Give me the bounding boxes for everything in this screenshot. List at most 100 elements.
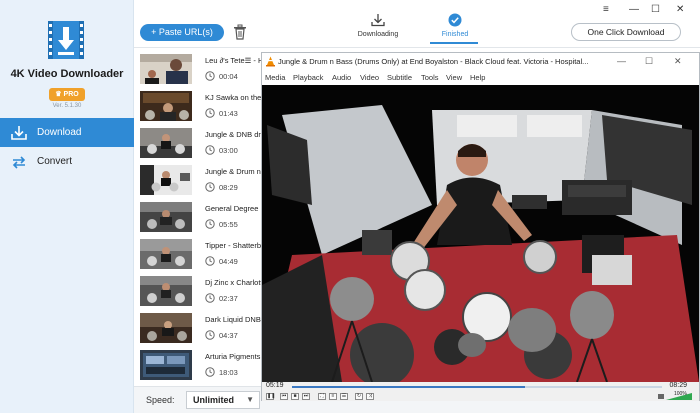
random-icon[interactable]: ⤨ (366, 393, 374, 400)
menu-help[interactable]: Help (470, 73, 485, 82)
app-title: 4K Video Downloader (10, 68, 124, 80)
menu-audio[interactable]: Audio (332, 73, 351, 82)
video-title: General Degree R (205, 204, 265, 213)
tab-finished[interactable]: Finished (432, 13, 478, 38)
video-duration: 05:55 (219, 220, 238, 229)
seek-bar[interactable] (292, 386, 662, 388)
video-thumbnail (140, 91, 192, 121)
tab-downloading[interactable]: Downloading (353, 13, 403, 38)
clock-icon (205, 330, 215, 340)
vlc-maximize-icon[interactable]: ☐ (645, 56, 653, 67)
menu-icon[interactable]: ≡ (603, 4, 609, 15)
time-elapsed: 05:19 (266, 382, 284, 389)
sidebar-item-download[interactable]: Download (0, 118, 134, 147)
video-duration: 04:37 (219, 331, 238, 340)
time-total: 08:29 (669, 382, 687, 389)
list-item[interactable]: Jungle & DNB dru 03:00 (134, 125, 265, 162)
fullscreen-icon[interactable]: ⛶ (318, 393, 326, 400)
toolbar-divider (134, 47, 700, 48)
playlist-icon[interactable]: ☰ (340, 393, 348, 400)
video-thumbnail (140, 54, 192, 84)
volume-percent: 100% (674, 391, 687, 397)
seek-bar-fill (292, 386, 526, 388)
video-list: Leu ∂'s Tete☰ - H 00:04 KJ Sawka on the … (134, 51, 265, 386)
trash-icon[interactable] (233, 24, 247, 40)
clock-icon (205, 108, 215, 118)
menu-video[interactable]: Video (360, 73, 379, 82)
tab-label: Downloading (357, 31, 399, 38)
list-item[interactable]: Tipper - Shatterba 04:49 (134, 236, 265, 273)
one-click-download-button[interactable]: One Click Download (571, 23, 681, 41)
download-icon (11, 125, 27, 140)
video-frame[interactable] (262, 85, 699, 382)
video-title: Jungle & DNB dru (205, 130, 265, 139)
vlc-controls: ❚❚ ⏮ ■ ⏭ ⛶ ≡ ☰ ↻ ⤨ 100% (262, 391, 699, 401)
app-logo-icon (48, 21, 84, 59)
video-thumbnail (140, 165, 192, 195)
pro-badge-label: PRO (63, 91, 79, 98)
speed-label: Speed: (146, 395, 175, 405)
vlc-minimize-icon[interactable]: — (617, 56, 626, 66)
speed-value: Unlimited (193, 395, 235, 405)
list-item[interactable]: Leu ∂'s Tete☰ - H 00:04 (134, 51, 264, 88)
minimize-icon[interactable]: — (629, 4, 639, 15)
video-title: Arturia Pigments (205, 352, 261, 361)
vlc-titlebar[interactable]: Jungle & Drum n Bass (Drums Only) at End… (262, 53, 699, 71)
video-thumbnail (140, 239, 192, 269)
paste-url-button[interactable]: + Paste URL(s) (140, 24, 224, 41)
speed-select[interactable]: Unlimited ▼ (186, 391, 260, 409)
extended-settings-icon[interactable]: ≡ (329, 393, 337, 400)
vlc-player-window[interactable]: Jungle & Drum n Bass (Drums Only) at End… (261, 52, 700, 401)
previous-icon[interactable]: ⏮ (280, 393, 288, 400)
downloading-icon (371, 14, 385, 27)
tab-label: Finished (441, 31, 469, 38)
menu-tools[interactable]: Tools (421, 73, 439, 82)
list-item[interactable]: General Degree R 05:55 (134, 199, 265, 236)
video-duration: 18:03 (219, 368, 238, 377)
menu-media[interactable]: Media (265, 73, 285, 82)
video-duration: 02:37 (219, 294, 238, 303)
clock-icon (205, 71, 215, 81)
vlc-seek-row: 05:19 08:29 (262, 382, 699, 392)
vlc-close-icon[interactable]: ✕ (674, 56, 682, 67)
vlc-cone-icon (266, 56, 275, 67)
menu-subtitle[interactable]: Subtitle (387, 73, 412, 82)
clock-icon (205, 256, 215, 266)
close-icon[interactable]: ✕ (676, 4, 684, 15)
loop-icon[interactable]: ↻ (355, 393, 363, 400)
video-title: Dj Zinc x Charlott (205, 278, 263, 287)
list-item[interactable]: Arturia Pigments 18:03 (134, 347, 264, 384)
sidebar-item-convert[interactable]: Convert (0, 147, 134, 176)
finished-check-icon (448, 13, 462, 27)
sidebar-item-label: Download (37, 127, 82, 138)
pro-badge: ♛ PRO (49, 88, 85, 101)
video-title: Jungle & Drum n (205, 167, 261, 176)
clock-icon (205, 145, 215, 155)
list-item[interactable]: KJ Sawka on the J 01:43 (134, 88, 265, 125)
menu-view[interactable]: View (446, 73, 462, 82)
video-duration: 00:04 (219, 72, 238, 81)
maximize-icon[interactable]: ☐ (651, 4, 660, 15)
pause-icon[interactable]: ❚❚ (266, 393, 275, 400)
next-icon[interactable]: ⏭ (302, 393, 310, 400)
video-thumbnail (140, 128, 192, 158)
clock-icon (205, 293, 215, 303)
video-duration: 04:49 (219, 257, 238, 266)
active-tab-indicator (430, 42, 478, 44)
list-item[interactable]: Dj Zinc x Charlott 02:37 (134, 273, 264, 310)
vlc-menubar: Media Playback Audio Video Subtitle Tool… (262, 72, 699, 84)
menu-playback[interactable]: Playback (293, 73, 323, 82)
video-thumbnail (140, 202, 192, 232)
stop-icon[interactable]: ■ (291, 393, 299, 400)
sidebar: 4K Video Downloader ♛ PRO Ver. 5.1.30 Do… (0, 0, 134, 413)
list-item[interactable]: Jungle & Drum n 08:29 (134, 162, 264, 199)
convert-icon (12, 155, 26, 169)
video-thumbnail (140, 276, 192, 306)
clock-icon (205, 367, 215, 377)
video-thumbnail (140, 350, 192, 380)
video-duration: 01:43 (219, 109, 238, 118)
video-duration: 08:29 (219, 183, 238, 192)
list-item[interactable]: Dark Liquid DNB 04:37 (134, 310, 264, 347)
video-thumbnail (140, 313, 192, 343)
clock-icon (205, 182, 215, 192)
